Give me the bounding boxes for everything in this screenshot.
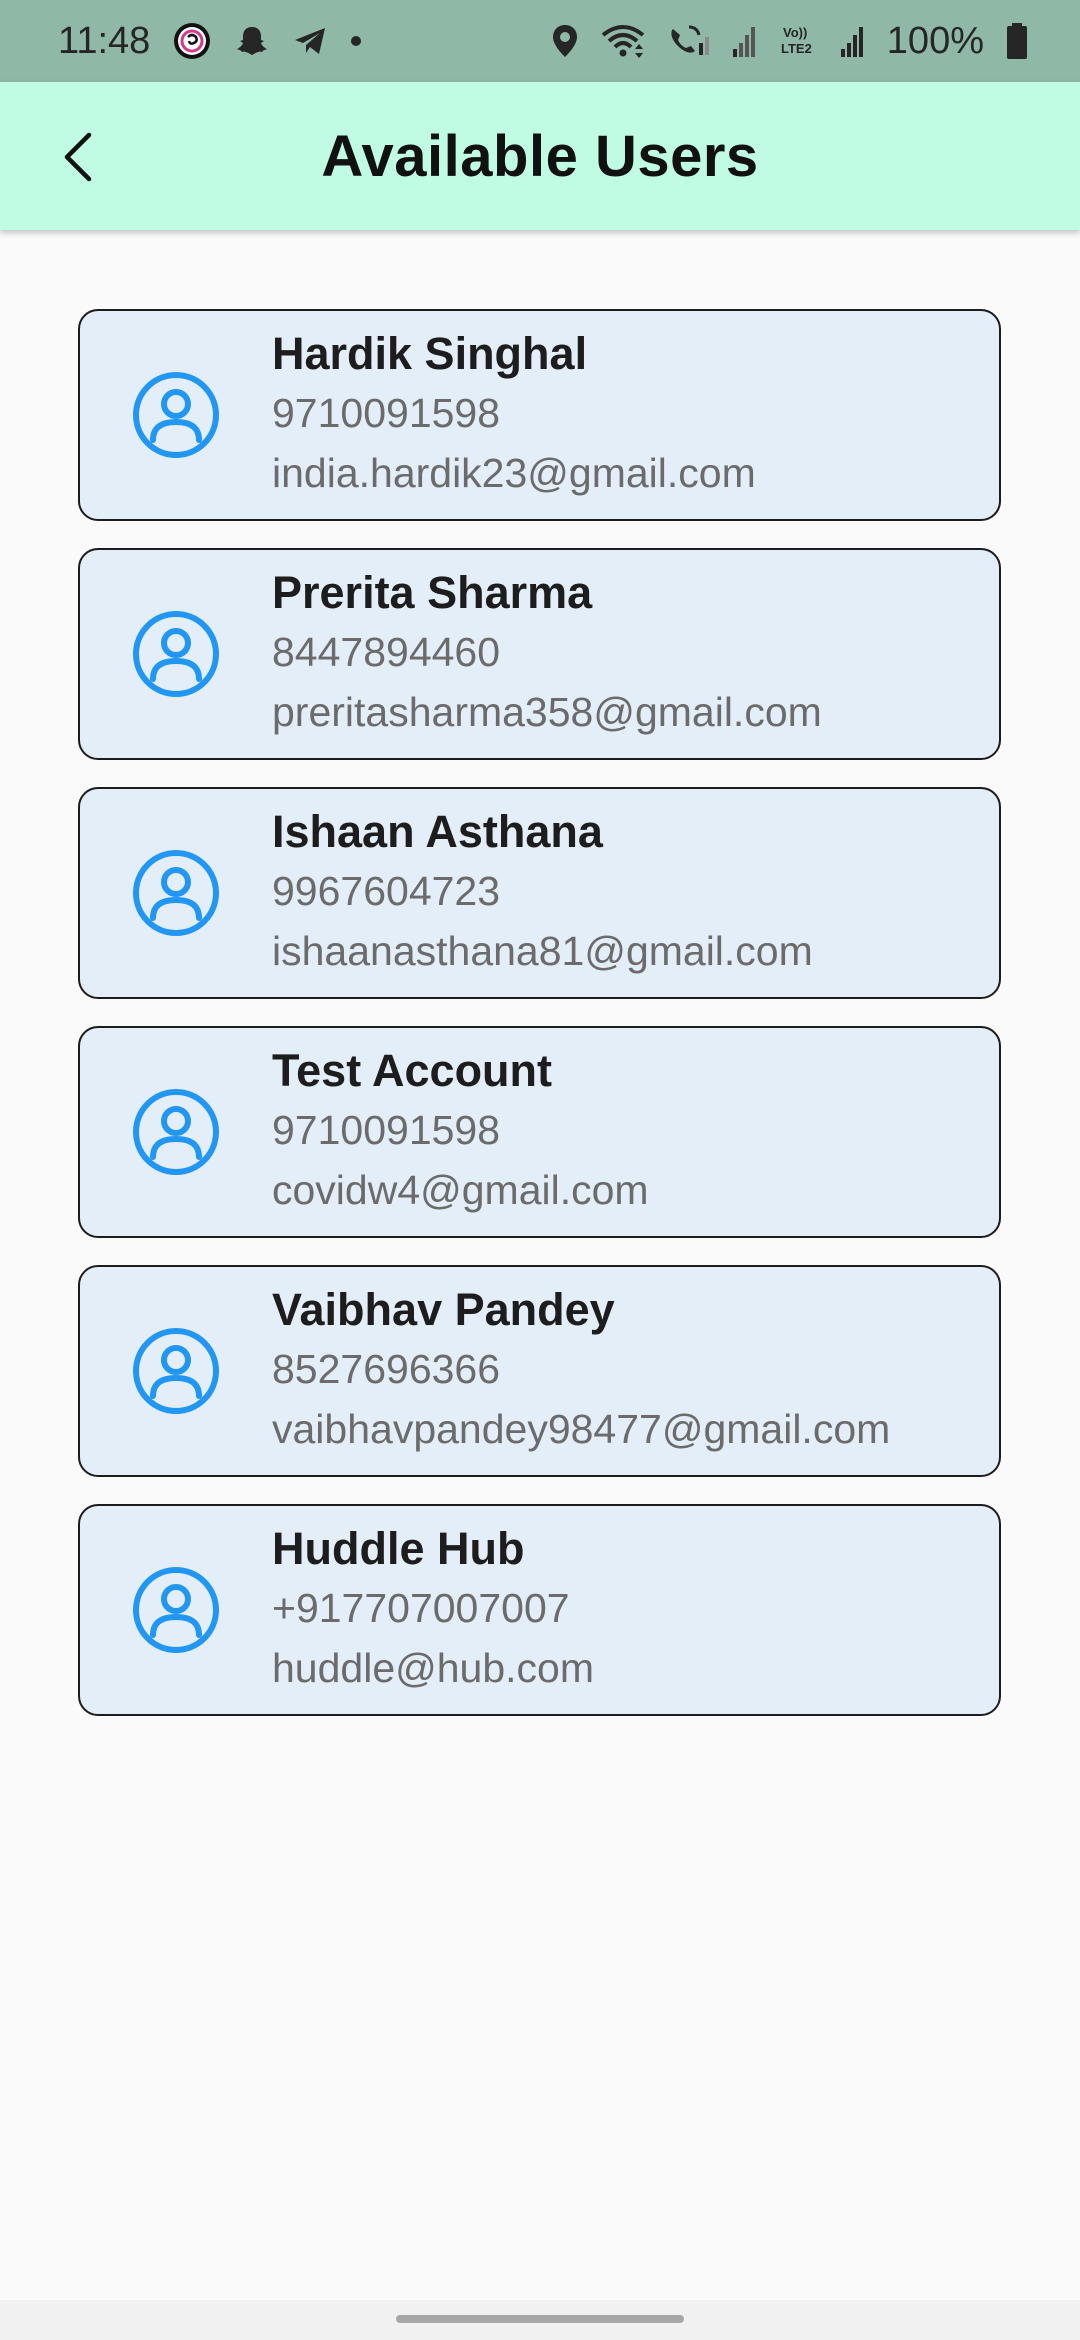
volte-icon: Vo)) LTE2: [779, 23, 819, 59]
user-name: Hardik Singhal: [272, 328, 588, 379]
app-bar: Available Users: [0, 82, 1080, 230]
user-phone: 8527696366: [272, 1346, 501, 1392]
threads-icon: [172, 21, 212, 61]
user-email: preritasharma358@gmail.com: [272, 689, 822, 735]
signal-icon: [732, 25, 757, 57]
user-avatar-icon: [133, 1567, 219, 1653]
user-phone: 9710091598: [272, 1107, 501, 1153]
status-bar: 11:48 Vo)) LTE2 100%: [0, 0, 1080, 82]
avatar: [80, 370, 272, 460]
status-time: 11:48: [58, 19, 151, 62]
svg-text:LTE2: LTE2: [781, 41, 812, 56]
user-avatar-icon: [133, 1328, 219, 1414]
avatar: [80, 1565, 272, 1655]
user-info: Test Account 9710091598 covidw4@gmail.co…: [272, 1038, 975, 1226]
user-card[interactable]: Prerita Sharma 8447894460 preritasharma3…: [78, 548, 1001, 760]
wifi-icon: [601, 23, 645, 59]
avatar: [80, 609, 272, 699]
user-email: huddle@hub.com: [272, 1645, 594, 1691]
screen: 11:48 Vo)) LTE2 100% Available Users Har…: [0, 0, 1080, 2340]
home-gesture-handle[interactable]: [396, 2315, 684, 2323]
user-name: Ishaan Asthana: [272, 806, 603, 857]
user-card[interactable]: Huddle Hub +917707007007 huddle@hub.com: [78, 1504, 1001, 1716]
user-card[interactable]: Hardik Singhal 9710091598 india.hardik23…: [78, 309, 1001, 521]
avatar: [80, 1326, 272, 1416]
user-email: ishaanasthana81@gmail.com: [272, 928, 813, 974]
status-bar-right: Vo)) LTE2 100%: [551, 20, 1028, 63]
battery-percent: 100%: [886, 19, 984, 62]
telegram-icon: [292, 23, 328, 59]
avatar: [80, 848, 272, 938]
user-list: Hardik Singhal 9710091598 india.hardik23…: [78, 309, 1001, 1743]
signal-icon: [840, 25, 865, 57]
user-avatar-icon: [133, 850, 219, 936]
user-name: Prerita Sharma: [272, 567, 593, 618]
user-info: Vaibhav Pandey 8527696366 vaibhavpandey9…: [272, 1277, 975, 1465]
status-bar-left: 11:48: [58, 20, 362, 63]
user-avatar-icon: [133, 372, 219, 458]
user-name: Huddle Hub: [272, 1523, 525, 1574]
dot-icon: [350, 35, 362, 47]
user-avatar-icon: [133, 611, 219, 697]
location-icon: [551, 23, 579, 59]
user-phone: +917707007007: [272, 1585, 570, 1631]
user-info: Prerita Sharma 8447894460 preritasharma3…: [272, 560, 975, 748]
user-card[interactable]: Vaibhav Pandey 8527696366 vaibhavpandey9…: [78, 1265, 1001, 1477]
user-phone: 9967604723: [272, 868, 501, 914]
user-name: Vaibhav Pandey: [272, 1284, 615, 1335]
user-card[interactable]: Test Account 9710091598 covidw4@gmail.co…: [78, 1026, 1001, 1238]
user-phone: 8447894460: [272, 629, 501, 675]
avatar: [80, 1087, 272, 1177]
user-email: vaibhavpandey98477@gmail.com: [272, 1406, 891, 1452]
user-info: Hardik Singhal 9710091598 india.hardik23…: [272, 321, 975, 509]
user-info: Ishaan Asthana 9967604723 ishaanasthana8…: [272, 799, 975, 987]
snapchat-icon: [234, 23, 270, 59]
user-email: india.hardik23@gmail.com: [272, 450, 756, 496]
page-title: Available Users: [321, 123, 759, 189]
user-info: Huddle Hub +917707007007 huddle@hub.com: [272, 1516, 975, 1704]
user-card[interactable]: Ishaan Asthana 9967604723 ishaanasthana8…: [78, 787, 1001, 999]
user-avatar-icon: [133, 1089, 219, 1175]
user-email: covidw4@gmail.com: [272, 1167, 649, 1213]
svg-text:Vo)): Vo)): [783, 25, 807, 40]
back-button[interactable]: [44, 122, 114, 192]
user-phone: 9710091598: [272, 390, 501, 436]
user-name: Test Account: [272, 1045, 553, 1096]
wifi-call-icon: [667, 23, 711, 59]
chevron-left-icon: [64, 132, 92, 182]
battery-icon: [1006, 23, 1028, 59]
